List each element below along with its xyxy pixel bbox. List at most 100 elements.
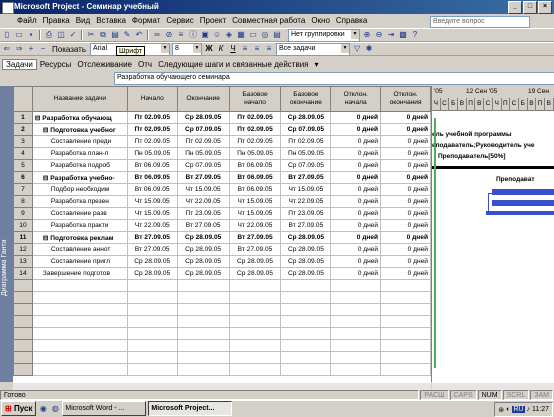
start-cell[interactable]: Чт 15.09.05 bbox=[127, 207, 178, 220]
calendar-icon[interactable]: ▦ bbox=[236, 30, 246, 40]
gantt-wizard-icon[interactable]: ✱ bbox=[364, 44, 374, 54]
finish-variance-cell[interactable]: 0 дней bbox=[380, 135, 431, 148]
help-icon[interactable]: ? bbox=[410, 30, 420, 40]
table-row[interactable]: 7 Подбор необходим Вт 06.09.05 Чт 15.09.05 В… bbox=[13, 183, 431, 196]
zoom-in-icon[interactable]: ⊕ bbox=[362, 30, 372, 40]
empty-cell[interactable] bbox=[229, 279, 282, 292]
table-row[interactable]: 2 ⊟ Подготовка учебног Пт 02.09.05 Ср 07.09… bbox=[13, 123, 431, 136]
empty-cell[interactable] bbox=[280, 363, 332, 376]
empty-cell[interactable] bbox=[280, 351, 332, 364]
task-name-cell[interactable]: Разработка презен bbox=[32, 195, 128, 208]
start-variance-cell[interactable]: 0 дней bbox=[330, 183, 382, 196]
close-button[interactable]: × bbox=[538, 1, 552, 14]
column-header[interactable]: Окончание bbox=[176, 86, 230, 112]
baseline-start-cell[interactable]: Вт 27.09.05 bbox=[229, 243, 282, 256]
baseline-finish-cell[interactable]: Пт 23.09.05 bbox=[280, 207, 332, 220]
empty-cell[interactable] bbox=[380, 315, 431, 328]
table-row[interactable]: 3 Составление преди Пт 02.09.05 Пт 02.09.05… bbox=[13, 135, 431, 148]
baseline-start-cell[interactable]: Пт 02.09.05 bbox=[229, 111, 282, 124]
empty-cell[interactable] bbox=[229, 339, 282, 352]
table-row[interactable]: 12 Составление аннот Вт 27.09.05 Ср 28.09.0… bbox=[13, 243, 431, 256]
start-cell[interactable]: Вт 27.09.05 bbox=[127, 243, 178, 256]
empty-cell[interactable] bbox=[229, 303, 282, 316]
empty-cell[interactable] bbox=[32, 351, 128, 364]
start-cell[interactable]: Пт 02.09.05 bbox=[127, 111, 178, 124]
finish-cell[interactable]: Вт 27.09.05 bbox=[177, 219, 230, 232]
baseline-finish-cell[interactable]: Ср 28.09.05 bbox=[280, 255, 332, 268]
task-name-cell[interactable]: Подбор необходим bbox=[32, 183, 128, 196]
empty-cell[interactable] bbox=[280, 339, 332, 352]
empty-cell[interactable] bbox=[280, 315, 332, 328]
column-header[interactable]: Базовое начало bbox=[228, 86, 282, 112]
align-left-icon[interactable]: ≡ bbox=[240, 44, 250, 54]
task-name-cell[interactable]: Составление пригл bbox=[32, 255, 128, 268]
start-variance-cell[interactable]: 0 дней bbox=[330, 171, 382, 184]
empty-cell[interactable] bbox=[330, 291, 382, 304]
row-number[interactable]: 10 bbox=[13, 219, 33, 232]
assign-resources-icon[interactable]: ☺ bbox=[212, 30, 222, 40]
baseline-start-cell[interactable]: Вт 27.09.05 bbox=[229, 231, 282, 244]
baseline-finish-cell[interactable]: Ср 07.09.05 bbox=[280, 159, 332, 172]
finish-cell[interactable]: Пт 02.09.05 bbox=[177, 135, 230, 148]
print-icon[interactable]: ⎙ bbox=[44, 30, 54, 40]
align-right-icon[interactable]: ≡ bbox=[264, 44, 274, 54]
task-name-cell[interactable]: Составление преди bbox=[32, 135, 128, 148]
empty-cell[interactable] bbox=[229, 327, 282, 340]
entry-field[interactable]: Разработка обучающего семинара bbox=[114, 72, 554, 85]
empty-cell[interactable] bbox=[13, 339, 33, 352]
empty-cell[interactable] bbox=[177, 291, 230, 304]
empty-cell[interactable] bbox=[127, 351, 178, 364]
finish-variance-cell[interactable]: 0 дней bbox=[380, 231, 431, 244]
empty-cell[interactable] bbox=[127, 363, 178, 376]
empty-cell[interactable] bbox=[127, 315, 178, 328]
table-row[interactable]: 6 ⊟ Разработка учебно- Вт 06.09.05 Вт 27.09… bbox=[13, 171, 431, 184]
empty-cell[interactable] bbox=[380, 339, 431, 352]
task-name-cell[interactable]: Составление аннот bbox=[32, 243, 128, 256]
row-number[interactable]: 3 bbox=[13, 135, 33, 148]
finish-variance-cell[interactable]: 0 дней bbox=[380, 267, 431, 280]
spell-icon[interactable]: ✓ bbox=[68, 30, 78, 40]
undo-icon[interactable]: ↶ bbox=[134, 30, 144, 40]
tray-icon[interactable]: ⊛ bbox=[498, 406, 504, 414]
empty-cell[interactable] bbox=[13, 279, 33, 292]
row-number[interactable]: 13 bbox=[13, 255, 33, 268]
empty-row[interactable] bbox=[13, 363, 431, 376]
empty-cell[interactable] bbox=[177, 315, 230, 328]
baseline-finish-cell[interactable]: Ср 28.09.05 bbox=[280, 243, 332, 256]
taskbar-project-button[interactable]: Microsoft Project... bbox=[148, 401, 233, 416]
preview-icon[interactable]: ◫ bbox=[56, 30, 66, 40]
empty-cell[interactable] bbox=[13, 351, 33, 364]
task-name-cell[interactable]: ⊟ Подготовка учебног bbox=[32, 123, 128, 136]
menu-collaborate[interactable]: Совместная работа bbox=[229, 14, 308, 28]
empty-cell[interactable] bbox=[32, 327, 128, 340]
baseline-finish-cell[interactable]: Чт 15.09.05 bbox=[280, 183, 332, 196]
start-variance-cell[interactable]: 0 дней bbox=[330, 123, 382, 136]
zoom-out-icon[interactable]: ⊖ bbox=[374, 30, 384, 40]
finish-cell[interactable]: Чт 22.09.05 bbox=[177, 195, 230, 208]
task-name-cell[interactable]: Составление разв bbox=[32, 207, 128, 220]
arrow-right-icon[interactable]: ⇒ bbox=[14, 44, 24, 54]
minimize-button[interactable]: _ bbox=[508, 1, 522, 14]
finish-variance-cell[interactable]: 0 дней bbox=[380, 195, 431, 208]
empty-cell[interactable] bbox=[177, 351, 230, 364]
menu-file[interactable]: Файл bbox=[14, 14, 40, 28]
empty-row[interactable] bbox=[13, 339, 431, 352]
group-by-select[interactable]: Нет группировки bbox=[288, 28, 360, 42]
empty-cell[interactable] bbox=[32, 315, 128, 328]
start-cell[interactable]: Чт 15.09.05 bbox=[127, 195, 178, 208]
paste-icon[interactable]: ▤ bbox=[110, 30, 120, 40]
empty-cell[interactable] bbox=[13, 303, 33, 316]
empty-cell[interactable] bbox=[280, 291, 332, 304]
task-name-cell[interactable]: Разработка практи bbox=[32, 219, 128, 232]
dropdown-arrow-icon[interactable]: ▾ bbox=[312, 60, 322, 69]
empty-cell[interactable] bbox=[280, 279, 332, 292]
empty-cell[interactable] bbox=[330, 315, 382, 328]
baseline-start-cell[interactable]: Чт 15.09.05 bbox=[229, 195, 282, 208]
table-icon[interactable]: ▤ bbox=[272, 30, 282, 40]
minus-icon[interactable]: − bbox=[38, 44, 48, 54]
finish-cell[interactable]: Пт 23.09.05 bbox=[177, 207, 230, 220]
baseline-finish-cell[interactable]: Вт 27.09.05 bbox=[280, 219, 332, 232]
folder-icon[interactable]: ▭ bbox=[248, 30, 258, 40]
empty-cell[interactable] bbox=[229, 291, 282, 304]
row-number[interactable]: 12 bbox=[13, 243, 33, 256]
